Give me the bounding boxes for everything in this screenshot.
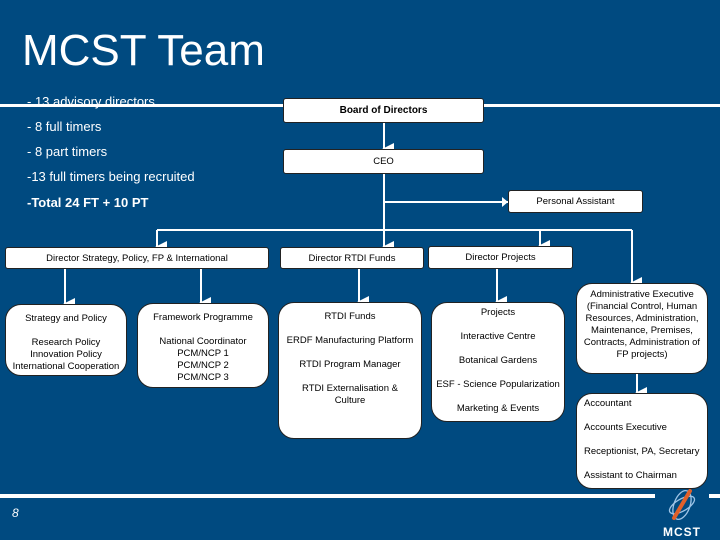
org-rtdi-funds-box: RTDI Funds ERDF Manufacturing Platform R… [278, 302, 422, 439]
box-item: RTDI Program Manager [299, 359, 401, 370]
box-title: Projects [480, 307, 516, 318]
box-item: PCM/NCP 1 [177, 348, 229, 359]
box-item: ESF - Science Popularization [436, 379, 560, 390]
org-director-rtdi: Director RTDI Funds [280, 247, 424, 269]
org-ceo: CEO [283, 149, 484, 174]
box-item: RTDI Externalisation & [302, 383, 398, 394]
org-board-of-directors: Board of Directors [283, 98, 484, 123]
box-item: Interactive Centre [460, 331, 536, 342]
box-line: Administrative Executive [590, 289, 694, 300]
org-director-strategy: Director Strategy, Policy, FP & Internat… [5, 247, 269, 269]
box-title: Strategy and Policy [25, 313, 107, 324]
footer-divider-right [709, 494, 720, 498]
logo-text: MCST [663, 525, 701, 539]
box-item: PCM/NCP 3 [177, 372, 229, 383]
box-line: (Financial Control, Human [586, 301, 698, 312]
box-item: Innovation Policy [30, 349, 102, 360]
mcst-logo: MCST [660, 488, 704, 539]
box-item: Assistant to Chairman [584, 470, 677, 481]
org-accounts-box: Accountant Accounts Executive Receptioni… [576, 393, 708, 489]
box-item: International Cooperation [12, 361, 120, 372]
box-item: ERDF Manufacturing Platform [286, 335, 414, 346]
box-item: National Coordinator [159, 336, 247, 347]
box-line: FP projects) [616, 349, 668, 360]
box-line: Maintenance, Premises, [591, 325, 693, 336]
footer-divider-left [0, 494, 655, 498]
box-item: Receptionist, PA, Secretary [584, 446, 700, 457]
org-framework-box: Framework Programme National Coordinator… [137, 303, 269, 388]
org-projects-box: Projects Interactive Centre Botanical Ga… [431, 302, 565, 422]
box-line: Contracts, Administration of [583, 337, 701, 348]
box-title: RTDI Funds [324, 311, 376, 322]
org-director-projects: Director Projects [428, 246, 573, 269]
box-item: Research Policy [31, 337, 101, 348]
box-item: Marketing & Events [456, 403, 540, 414]
box-title: Framework Programme [153, 312, 253, 323]
atom-logo-icon [668, 489, 696, 521]
box-item: Botanical Gardens [458, 355, 538, 366]
page-number: 8 [12, 506, 19, 520]
box-item: Culture [334, 395, 366, 406]
box-item: Accounts Executive [584, 422, 667, 433]
org-personal-assistant: Personal Assistant [508, 190, 643, 213]
box-item: Accountant [584, 398, 632, 409]
org-admin-executive-box: Administrative Executive (Financial Cont… [576, 283, 708, 374]
org-strategy-policy-box: Strategy and Policy Research Policy Inno… [5, 304, 127, 376]
box-line: Resources, Administration, [585, 313, 699, 324]
box-item: PCM/NCP 2 [177, 360, 229, 371]
